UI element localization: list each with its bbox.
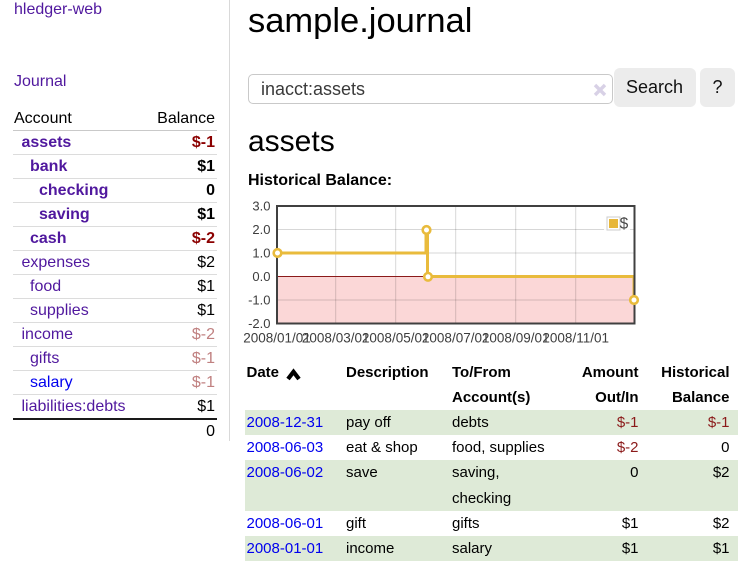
svg-text:2008/11/01: 2008/11/01 (542, 330, 609, 345)
svg-text:2008/03/01: 2008/03/01 (302, 330, 370, 345)
svg-text:-2.0: -2.0 (248, 316, 270, 331)
svg-text:$: $ (620, 215, 629, 232)
svg-text:2008/09/01: 2008/09/01 (482, 330, 550, 345)
svg-text:2008/05/01: 2008/05/01 (362, 330, 430, 345)
svg-text:2008/07/01: 2008/07/01 (422, 330, 490, 345)
svg-text:2008/01/01: 2008/01/01 (243, 330, 311, 345)
svg-text:1.0: 1.0 (252, 246, 270, 261)
svg-text:0.0: 0.0 (252, 269, 270, 284)
svg-text:2.0: 2.0 (252, 222, 270, 237)
svg-text:3.0: 3.0 (252, 199, 270, 214)
svg-text:-1.0: -1.0 (248, 293, 270, 308)
